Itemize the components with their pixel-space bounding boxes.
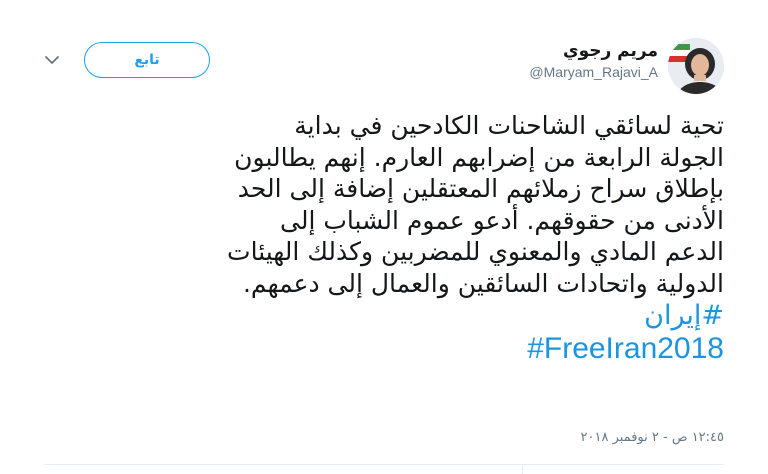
- user-handle[interactable]: @Maryam_Rajavi_A: [529, 62, 658, 82]
- divider-notch: [522, 464, 523, 474]
- follow-button[interactable]: تابع: [84, 42, 210, 78]
- display-name[interactable]: مريم رجوي: [529, 40, 658, 62]
- hashtag-iran[interactable]: #إيران: [100, 299, 724, 332]
- divider: [44, 464, 724, 465]
- user-info[interactable]: مريم رجوي @Maryam_Rajavi_A: [529, 40, 658, 82]
- tweet-header: مريم رجوي @Maryam_Rajavi_A تابع: [40, 30, 724, 102]
- more-options-button[interactable]: [40, 50, 64, 70]
- chevron-down-icon: [45, 55, 59, 64]
- avatar[interactable]: [668, 38, 724, 94]
- tweet-card: مريم رجوي @Maryam_Rajavi_A تابع تحية لسا…: [0, 0, 768, 474]
- tweet-timestamp[interactable]: ١٢:٤٥ ص - ٢ نوفمبر ٢٠١٨: [581, 430, 724, 445]
- tweet-body: تحية لسائقي الشاحنات الكادحين في بداية ا…: [100, 110, 724, 366]
- profile-photo-icon: [668, 38, 724, 94]
- hashtag-freeiran2018[interactable]: #FreeIran2018: [100, 332, 724, 366]
- tweet-text: تحية لسائقي الشاحنات الكادحين في بداية ا…: [227, 111, 724, 298]
